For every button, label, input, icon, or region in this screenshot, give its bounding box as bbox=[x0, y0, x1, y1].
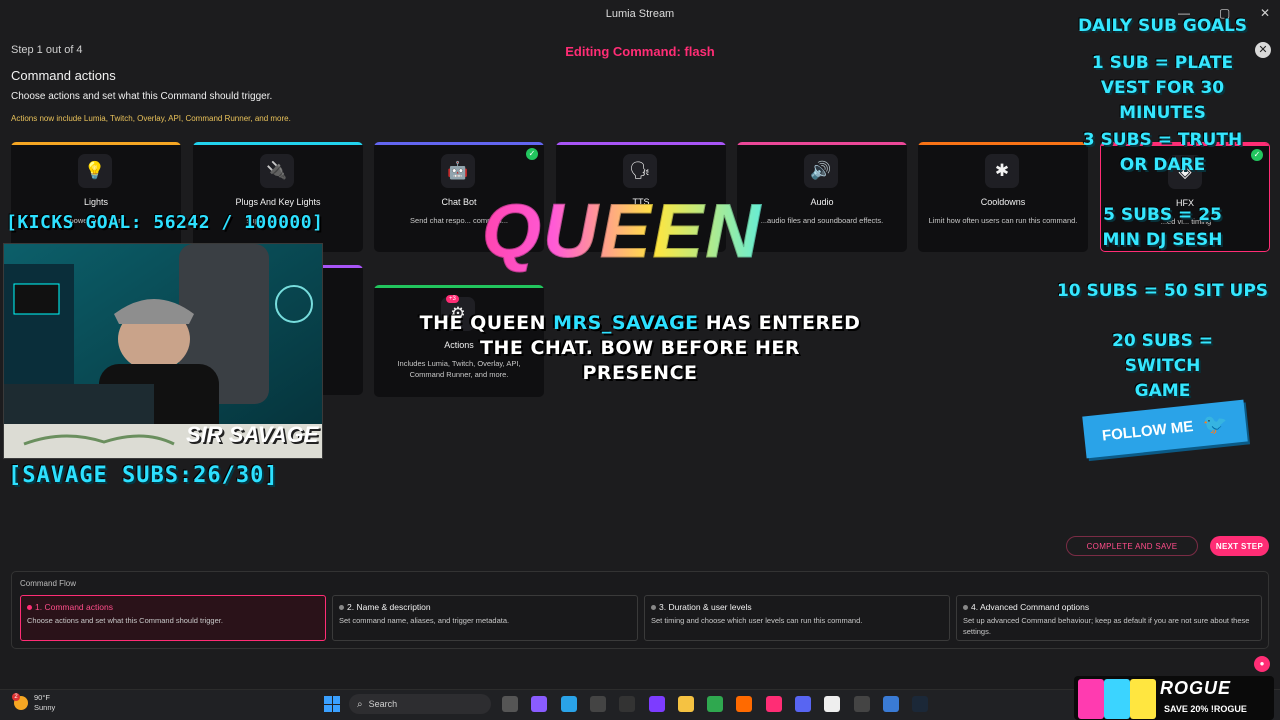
card-accent-bar bbox=[374, 142, 544, 145]
sun-icon: 2 bbox=[12, 693, 28, 710]
speaking-head-icon: 🗣 bbox=[623, 154, 657, 188]
flow-step-3[interactable]: 3. Duration & user levels Set timing and… bbox=[644, 595, 950, 641]
monitor-icon[interactable] bbox=[560, 696, 577, 712]
capcut-icon[interactable] bbox=[824, 696, 841, 712]
flow-step-dot bbox=[339, 605, 344, 610]
robot-icon: 🤖 bbox=[441, 154, 475, 188]
flow-step-dot bbox=[651, 605, 656, 610]
card-accent-bar bbox=[11, 142, 181, 145]
goal-1: 1 SUB = PLATE VEST FOR 30 MINUTES bbox=[1091, 53, 1234, 123]
kicks-goal-counter: [KICKS GOAL: 56242 / 100000] bbox=[6, 212, 324, 233]
flow-step-dot bbox=[963, 605, 968, 610]
flow-step-1[interactable]: 1. Command actions Choose actions and se… bbox=[20, 595, 326, 641]
goal-5: 5 SUBS = 25 MIN DJ SESH bbox=[1102, 205, 1223, 250]
flow-step-dot bbox=[27, 605, 32, 610]
flow-step-2[interactable]: 2. Name & description Set command name, … bbox=[332, 595, 638, 641]
goal-3: 3 SUBS = TRUTH OR DARE bbox=[1082, 130, 1243, 175]
queen-alert-pre: THE QUEEN bbox=[419, 312, 554, 334]
queen-alert-line-1: THE QUEEN MRS_SAVAGE HAS ENTERED bbox=[400, 312, 880, 334]
queen-alert-username: MRS_SAVAGE bbox=[553, 312, 699, 334]
flow-step-head: 3. Duration & user levels bbox=[659, 602, 752, 612]
cam-caption: SIR SAVAGE bbox=[186, 422, 319, 447]
rogue-brand: ROGUE bbox=[1160, 678, 1232, 698]
flow-step-4[interactable]: 4. Advanced Command options Set up advan… bbox=[956, 595, 1262, 641]
follow-me-banner: FOLLOW ME 🐦 bbox=[1082, 399, 1248, 459]
card-accent-bar bbox=[556, 142, 726, 145]
window-title: Lumia Stream bbox=[605, 8, 675, 20]
selected-check-icon: ✓ bbox=[526, 148, 538, 160]
card-accent-bar bbox=[374, 285, 544, 288]
task-view-icon[interactable] bbox=[502, 696, 518, 712]
flow-step-desc: Set timing and choose which user levels … bbox=[651, 616, 863, 625]
action-card-plugs-and-key-lights[interactable]: 🔌 Plugs And Key Lights supported devices. bbox=[193, 142, 363, 252]
flow-step-head: 4. Advanced Command options bbox=[971, 602, 1090, 612]
chat-bubble-icon[interactable]: ● bbox=[1254, 656, 1270, 672]
queen-alert-title: QUEEN bbox=[452, 188, 792, 275]
flow-step-desc: Set up advanced Command behaviour; keep … bbox=[963, 616, 1250, 636]
plug-icon: 🔌 bbox=[260, 154, 294, 188]
card-accent-bar bbox=[737, 142, 907, 145]
weather-badge: 2 bbox=[12, 693, 20, 701]
lumia-icon[interactable] bbox=[765, 696, 782, 712]
follow-me-text: FOLLOW ME bbox=[1101, 417, 1195, 445]
steam-icon[interactable] bbox=[912, 696, 929, 712]
queen-alert-post: HAS ENTERED bbox=[698, 312, 861, 334]
flow-step-desc: Set command name, aliases, and trigger m… bbox=[339, 616, 510, 625]
soundcloud-icon[interactable] bbox=[736, 696, 753, 712]
goal-10: 10 SUBS = 50 SIT UPS bbox=[1056, 281, 1269, 301]
section-subtitle: Choose actions and set what this Command… bbox=[11, 91, 273, 102]
snowflake-icon: ✱ bbox=[985, 154, 1019, 188]
section-title: Command actions bbox=[11, 68, 116, 83]
flow-step-head: 2. Name & description bbox=[347, 602, 431, 612]
media-icon[interactable] bbox=[853, 696, 870, 712]
file-explorer-icon[interactable] bbox=[677, 696, 694, 712]
energy-can-icon bbox=[1104, 679, 1130, 719]
chrome-icon[interactable] bbox=[707, 696, 724, 712]
command-flow-title: Command Flow bbox=[20, 579, 77, 588]
complete-and-save-button[interactable]: COMPLETE AND SAVE bbox=[1066, 536, 1198, 556]
weather-temp: 90°F bbox=[34, 693, 50, 702]
webcam-feed: SIR SAVAGE bbox=[3, 243, 323, 459]
queen-alert-line-2: THE CHAT. BOW BEFORE HER bbox=[480, 337, 800, 359]
taskbar-search[interactable]: ⌕ Search bbox=[349, 694, 491, 714]
action-card-lights[interactable]: 💡 Lights power behavior. bbox=[11, 142, 181, 252]
discord-icon[interactable] bbox=[795, 696, 811, 712]
section-note: Actions now include Lumia, Twitch, Overl… bbox=[11, 114, 291, 123]
card-title: Plugs And Key Lights bbox=[235, 197, 321, 207]
energy-can-icon bbox=[1078, 679, 1104, 719]
flow-step-head: 1. Command actions bbox=[35, 602, 113, 612]
weather-condition: Sunny bbox=[34, 703, 56, 712]
weather-widget[interactable]: 2 90°F Sunny bbox=[12, 693, 56, 713]
goal-20: 20 SUBS = SWITCH GAME bbox=[1112, 331, 1213, 401]
twitter-bird-icon: 🐦 bbox=[1202, 411, 1230, 437]
taskbar-search-placeholder: Search bbox=[368, 699, 398, 709]
copilot-icon[interactable] bbox=[531, 696, 548, 712]
savage-subs-counter: [SAVAGE SUBS:26/30] bbox=[8, 463, 279, 488]
card-accent-bar bbox=[193, 142, 363, 145]
goal-header: DAILY SUB GOALS bbox=[1077, 16, 1248, 36]
rogue-sponsor-banner: ROGUE SAVE 20% !ROGUE bbox=[1074, 676, 1274, 720]
obs-icon[interactable] bbox=[619, 696, 636, 712]
grid-app-icon[interactable] bbox=[648, 696, 665, 712]
terminal-icon[interactable] bbox=[589, 696, 606, 712]
notepad-icon[interactable] bbox=[882, 696, 899, 712]
flow-step-desc: Choose actions and set what this Command… bbox=[27, 616, 223, 625]
search-icon: ⌕ bbox=[357, 698, 363, 710]
lamp-icon: 💡 bbox=[78, 154, 112, 188]
energy-can-icon bbox=[1130, 679, 1156, 719]
windows-start-icon[interactable] bbox=[324, 696, 340, 712]
rogue-promo: SAVE 20% !ROGUE bbox=[1164, 704, 1247, 714]
card-badge: +3 bbox=[446, 295, 459, 303]
next-step-button[interactable]: NEXT STEP bbox=[1210, 536, 1269, 556]
speaker-icon: 🔊 bbox=[804, 154, 838, 188]
card-title: Lights bbox=[83, 197, 109, 207]
queen-alert-line-3: PRESENCE bbox=[582, 362, 698, 384]
